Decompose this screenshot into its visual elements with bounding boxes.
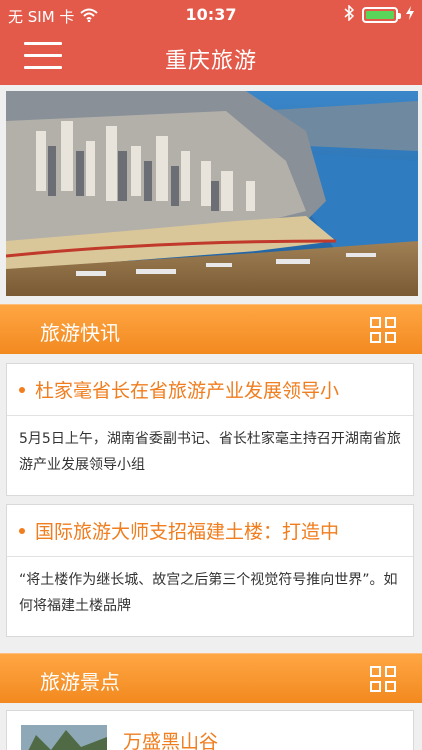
status-right <box>344 4 414 25</box>
battery-fill <box>366 11 394 19</box>
news-title-text: 国际旅游大师支招福建土楼：打造中 <box>35 521 340 543</box>
aerial-city-photo <box>6 91 418 296</box>
scenic-section-title: 旅游景点 <box>40 670 120 694</box>
bullet-dot-icon <box>19 527 25 534</box>
news-summary: “将土楼作为继长城、故宫之后第三个视觉符号推向世界”。如何将福建土楼品牌 <box>19 572 398 614</box>
hero-banner-image[interactable] <box>6 91 418 296</box>
grid-icon[interactable] <box>370 317 396 343</box>
battery-icon <box>362 7 401 23</box>
bullet-dot-icon <box>19 386 25 393</box>
scenic-thumbnail[interactable] <box>21 725 107 750</box>
news-title[interactable]: 杜家毫省长在省旅游产业发展领导小 <box>7 364 413 416</box>
scenic-section-header: 旅游景点 <box>0 653 422 703</box>
nav-bar: 重庆旅游 <box>0 30 422 85</box>
page-title: 重庆旅游 <box>164 49 257 74</box>
news-title-text: 杜家毫省长在省旅游产业发展领导小 <box>35 380 340 402</box>
news-summary: 5月5日上午，湖南省委副书记、省长杜家毫主持召开湖南省旅游产业发展领导小组 <box>19 431 401 473</box>
scenic-name[interactable]: 万盛黑山谷 <box>123 727 218 750</box>
news-section-header: 旅游快讯 <box>0 304 422 354</box>
news-card[interactable]: 国际旅游大师支招福建土楼：打造中 “将土楼作为继长城、故宫之后第三个视觉符号推向… <box>6 504 414 637</box>
bluetooth-icon <box>344 4 355 25</box>
news-section-title: 旅游快讯 <box>40 321 120 345</box>
news-card[interactable]: 杜家毫省长在省旅游产业发展领导小 5月5日上午，湖南省委副书记、省长杜家毫主持召… <box>6 363 414 496</box>
news-title[interactable]: 国际旅游大师支招福建土楼：打造中 <box>7 505 413 557</box>
grid-icon[interactable] <box>370 666 396 692</box>
mountain-photo <box>21 725 107 750</box>
charging-icon <box>406 6 414 24</box>
status-bar: 无 SIM 卡 10:37 <box>0 0 422 30</box>
scenic-list-item[interactable]: 万盛黑山谷 <box>6 710 414 750</box>
